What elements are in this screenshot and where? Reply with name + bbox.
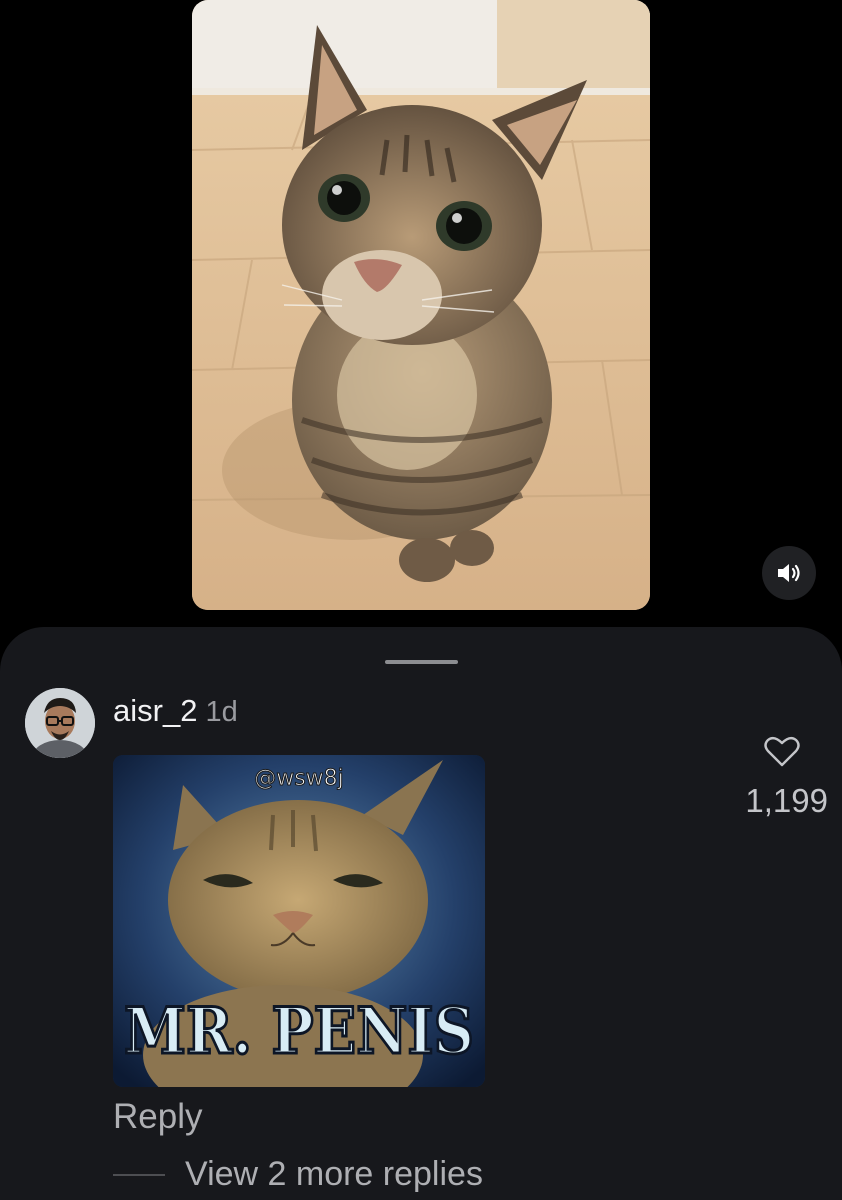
sheet-drag-handle[interactable]: [385, 660, 458, 664]
avatar-image: [25, 688, 95, 758]
post-video[interactable]: [192, 0, 650, 610]
comment-timestamp: 1d: [205, 696, 238, 728]
comments-sheet: aisr_2 1d @wsw8j MR. PENIS 1,199 Reply V…: [0, 627, 842, 1200]
meme-watermark: @wsw8j: [254, 766, 344, 791]
cat-photo: [192, 0, 650, 610]
meme-caption: MR. PENIS: [124, 994, 474, 1069]
like-count: 1,199: [745, 782, 828, 819]
avatar[interactable]: [25, 688, 95, 758]
heart-outline-icon: [764, 736, 800, 767]
meme-image: @wsw8j MR. PENIS: [113, 755, 485, 1087]
speaker-volume-icon: [778, 564, 800, 582]
comment-header: aisr_2 1d: [113, 693, 238, 733]
like-button[interactable]: [762, 731, 802, 771]
replies-divider-line: [113, 1173, 165, 1176]
screen: aisr_2 1d @wsw8j MR. PENIS 1,199 Reply V…: [0, 0, 842, 1200]
view-more-replies-button[interactable]: View 2 more replies: [113, 1155, 483, 1194]
sound-toggle-button[interactable]: [762, 546, 816, 600]
view-replies-label: View 2 more replies: [185, 1155, 483, 1193]
comment-gif[interactable]: @wsw8j MR. PENIS: [113, 755, 485, 1087]
comment-username[interactable]: aisr_2: [113, 693, 197, 729]
reply-button[interactable]: Reply: [113, 1097, 202, 1137]
